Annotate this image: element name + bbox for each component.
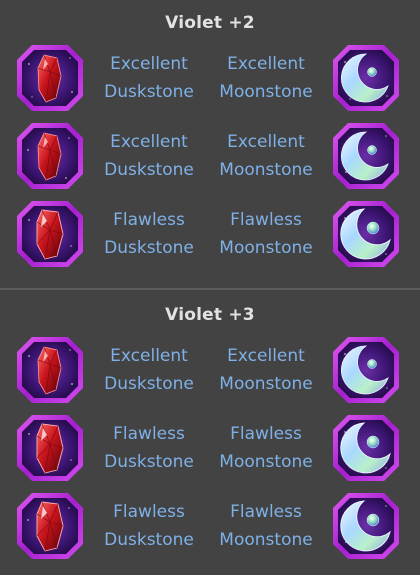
duskstone-gem-icon <box>14 42 86 114</box>
grade-text: Flawless <box>113 502 185 522</box>
stone-name-text: Duskstone <box>104 452 194 472</box>
section-title: Violet +2 <box>165 13 255 33</box>
recipe-row: Flawless Duskstone Flawless Moonstone <box>0 198 420 270</box>
section-title: Violet +3 <box>165 305 255 325</box>
grade-text: Flawless <box>113 424 185 444</box>
recipe-row: Excellent Duskstone Excellent Moonstone <box>0 42 420 114</box>
duskstone-label: Excellent Duskstone <box>89 342 209 398</box>
stone-name-text: Moonstone <box>219 160 313 180</box>
moonstone-gem-icon <box>330 42 402 114</box>
grade-text: Excellent <box>110 54 188 74</box>
stone-name-text: Duskstone <box>104 82 194 102</box>
moonstone-label: Flawless Moonstone <box>206 420 326 476</box>
moonstone-label: Excellent Moonstone <box>206 50 326 106</box>
grade-text: Excellent <box>227 132 305 152</box>
grade-text: Flawless <box>230 502 302 522</box>
stone-name-text: Moonstone <box>219 82 313 102</box>
grade-text: Flawless <box>113 210 185 230</box>
stone-name-text: Moonstone <box>219 374 313 394</box>
moonstone-label: Flawless Moonstone <box>206 498 326 554</box>
grade-text: Excellent <box>227 346 305 366</box>
duskstone-gem-icon <box>14 120 86 192</box>
moonstone-gem-icon <box>330 198 402 270</box>
duskstone-label: Flawless Duskstone <box>89 206 209 262</box>
moonstone-gem-icon <box>330 120 402 192</box>
stone-name-text: Duskstone <box>104 530 194 550</box>
moonstone-label: Excellent Moonstone <box>206 128 326 184</box>
stone-name-text: Moonstone <box>219 530 313 550</box>
duskstone-label: Flawless Duskstone <box>89 498 209 554</box>
grade-text: Excellent <box>110 346 188 366</box>
moonstone-label: Flawless Moonstone <box>206 206 326 262</box>
stone-name-text: Duskstone <box>104 238 194 258</box>
recipe-row: Flawless Duskstone Flawless Moonstone <box>0 412 420 484</box>
grade-text: Excellent <box>110 132 188 152</box>
moonstone-label: Excellent Moonstone <box>206 342 326 398</box>
grade-text: Flawless <box>230 424 302 444</box>
duskstone-label: Excellent Duskstone <box>89 128 209 184</box>
duskstone-gem-icon <box>14 490 86 562</box>
grade-text: Flawless <box>230 210 302 230</box>
stone-name-text: Duskstone <box>104 160 194 180</box>
moonstone-gem-icon <box>330 490 402 562</box>
section-violet-plus-2: Violet +2 Excellent Duskstone Excellent … <box>0 0 420 288</box>
moonstone-gem-icon <box>330 334 402 406</box>
duskstone-label: Flawless Duskstone <box>89 420 209 476</box>
recipe-row: Flawless Duskstone Flawless Moonstone <box>0 490 420 562</box>
duskstone-gem-icon <box>14 412 86 484</box>
duskstone-gem-icon <box>14 198 86 270</box>
duskstone-label: Excellent Duskstone <box>89 50 209 106</box>
duskstone-gem-icon <box>14 334 86 406</box>
section-violet-plus-3: Violet +3 Excellent Duskstone Excellent … <box>0 290 420 575</box>
stone-name-text: Moonstone <box>219 452 313 472</box>
stone-name-text: Duskstone <box>104 374 194 394</box>
moonstone-gem-icon <box>330 412 402 484</box>
recipe-row: Excellent Duskstone Excellent Moonstone <box>0 120 420 192</box>
recipe-row: Excellent Duskstone Excellent Moonstone <box>0 334 420 406</box>
grade-text: Excellent <box>227 54 305 74</box>
stone-name-text: Moonstone <box>219 238 313 258</box>
